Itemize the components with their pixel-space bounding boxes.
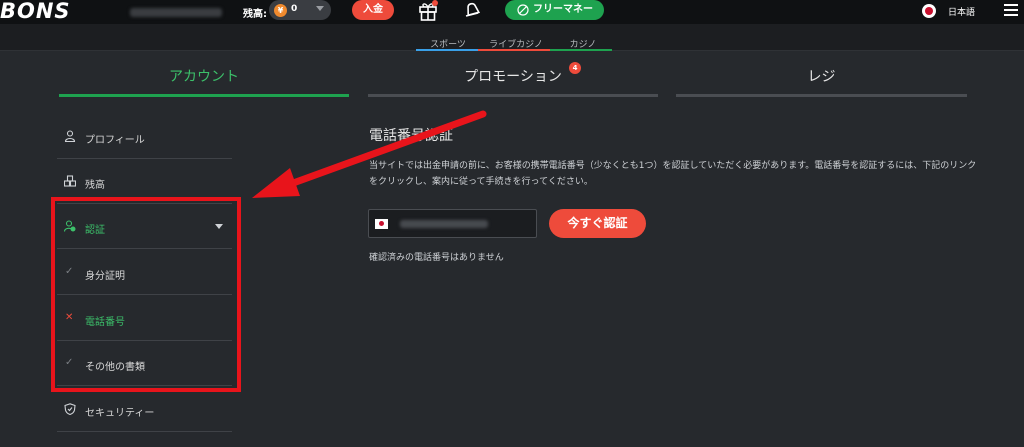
nav-live-casino-underline [478, 49, 550, 51]
user-icon [64, 130, 76, 142]
bell-icon[interactable] [461, 0, 483, 22]
nav-sports-underline [416, 49, 478, 51]
chevron-down-icon [316, 6, 324, 11]
sidebar-item-profile[interactable]: プロフィール [57, 114, 232, 159]
blurred-username [130, 8, 222, 17]
verify-now-button[interactable]: 今すぐ認証 [549, 209, 646, 238]
promotion-badge: 4 [569, 62, 581, 74]
phone-number-input[interactable] [368, 209, 537, 238]
free-money-label: フリーマネー [533, 4, 593, 15]
tab-promotion-underline [368, 94, 658, 97]
sidebar-label-security: セキュリティー [85, 408, 155, 419]
hamburger-menu-icon[interactable] [1004, 4, 1018, 18]
tab-cashier-underline [676, 94, 967, 97]
balance-value: 0 [291, 4, 298, 14]
page-title: 電話番号認証 [369, 128, 453, 144]
tab-promotion[interactable]: プロモーション [368, 66, 658, 86]
blurred-phone-number [400, 220, 488, 228]
verification-description: 当サイトでは出金申請の前に、お客様の携帯電話番号（少なくとも1つ）を認証していた… [369, 161, 977, 187]
sidebar-item-security[interactable]: セキュリティー [57, 387, 232, 432]
highlight-box [51, 197, 241, 392]
yen-coin-icon: ¥ [274, 4, 287, 17]
balance-label: 残高: [243, 9, 267, 20]
sidebar-label-balance: 残高 [85, 180, 105, 191]
sidebar-label-profile: プロフィール [85, 135, 145, 146]
tab-account[interactable]: アカウント [59, 66, 349, 86]
tab-account-underline [59, 94, 349, 97]
top-bar: BONS 残高: ¥ 0 入金 フリーマネー 日本語 [0, 0, 1024, 24]
nav-casino-underline [550, 49, 612, 51]
japan-flag-icon[interactable] [375, 219, 388, 229]
language-selector[interactable]: 日本語 [948, 5, 975, 18]
category-nav: スポーツ ライブカジノ カジノ [0, 24, 1024, 51]
free-money-button[interactable]: フリーマネー [505, 0, 604, 20]
coins-icon [64, 175, 76, 187]
site-logo[interactable]: BONS [0, 0, 71, 24]
balance-selector[interactable]: ¥ 0 [269, 0, 331, 20]
japan-flag-icon[interactable] [922, 4, 936, 18]
tab-cashier[interactable]: レジ [676, 66, 967, 86]
free-money-icon [517, 4, 529, 16]
deposit-button[interactable]: 入金 [352, 0, 394, 20]
shield-icon [64, 403, 76, 415]
gift-icon[interactable] [417, 0, 439, 22]
no-verified-phone-text: 確認済みの電話番号はありません [369, 253, 504, 263]
